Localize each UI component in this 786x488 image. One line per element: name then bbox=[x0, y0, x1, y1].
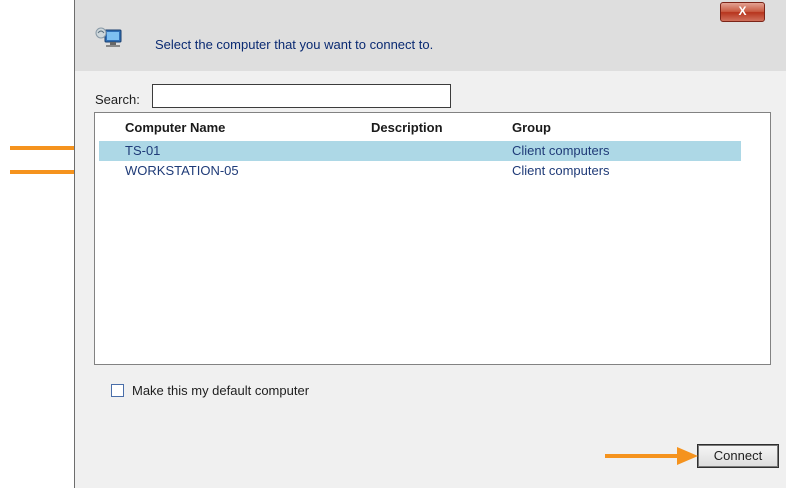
search-label: Search: bbox=[95, 92, 140, 107]
computer-name-cell: WORKSTATION-05 bbox=[125, 163, 239, 178]
column-header-group[interactable]: Group bbox=[512, 120, 551, 135]
default-computer-label[interactable]: Make this my default computer bbox=[132, 383, 309, 398]
search-input[interactable] bbox=[152, 84, 451, 108]
list-item-ts-01[interactable]: TS-01 Client computers bbox=[99, 141, 741, 161]
column-header-description[interactable]: Description bbox=[371, 120, 443, 135]
column-header-computer-name[interactable]: Computer Name bbox=[125, 120, 225, 135]
group-cell: Client computers bbox=[512, 143, 610, 158]
list-item-workstation-05[interactable]: WORKSTATION-05 Client computers bbox=[99, 161, 741, 181]
dialog-title: Select the computer that you want to con… bbox=[155, 37, 434, 52]
close-button[interactable]: X bbox=[720, 2, 765, 22]
group-cell: Client computers bbox=[512, 163, 610, 178]
annotation-arrow-connect bbox=[605, 447, 698, 465]
default-computer-checkbox[interactable] bbox=[111, 384, 124, 397]
select-computer-dialog: Select the computer that you want to con… bbox=[74, 0, 786, 488]
computer-name-cell: TS-01 bbox=[125, 143, 161, 158]
dialog-header: Select the computer that you want to con… bbox=[75, 0, 786, 71]
network-computer-icon bbox=[95, 27, 122, 47]
close-icon: X bbox=[738, 4, 747, 18]
connect-button[interactable]: Connect bbox=[697, 444, 779, 468]
computer-list[interactable]: Computer Name Description Group TS-01 Cl… bbox=[94, 112, 771, 365]
